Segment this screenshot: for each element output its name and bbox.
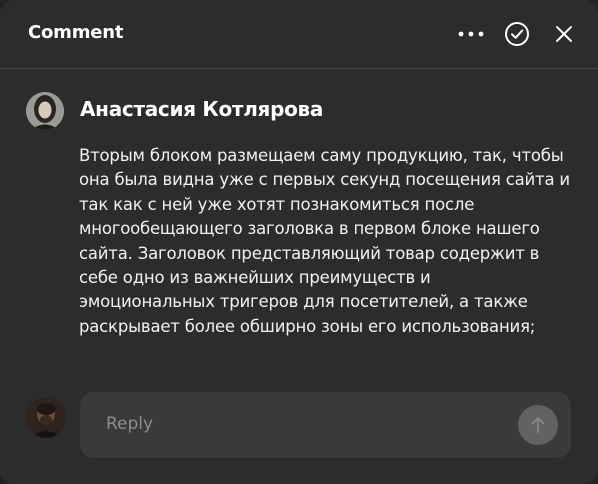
close-icon bbox=[556, 26, 572, 42]
resolve-button[interactable] bbox=[503, 20, 531, 48]
author-avatar-image bbox=[26, 92, 64, 130]
arrow-up-icon bbox=[531, 417, 545, 433]
reply-box bbox=[80, 392, 571, 458]
check-circle-icon bbox=[505, 22, 529, 46]
author-avatar bbox=[26, 92, 64, 130]
reply-input[interactable] bbox=[106, 410, 506, 438]
author-name: Анастасия Котлярова bbox=[80, 97, 324, 121]
send-reply-button[interactable] bbox=[518, 405, 558, 445]
comment-text: Вторым блоком размещаем саму продукцию, … bbox=[79, 146, 570, 336]
panel-title: Comment bbox=[28, 22, 124, 43]
more-options-button[interactable] bbox=[457, 20, 485, 48]
comment-panel: Comment Анастасия Котлярова Вторым блоко… bbox=[0, 0, 598, 484]
header-divider bbox=[0, 68, 598, 69]
close-button[interactable] bbox=[550, 20, 578, 48]
more-dots-icon bbox=[458, 31, 484, 37]
current-user-avatar-image bbox=[26, 398, 66, 438]
panel-header: Comment bbox=[0, 0, 598, 68]
current-user-avatar bbox=[26, 398, 66, 438]
